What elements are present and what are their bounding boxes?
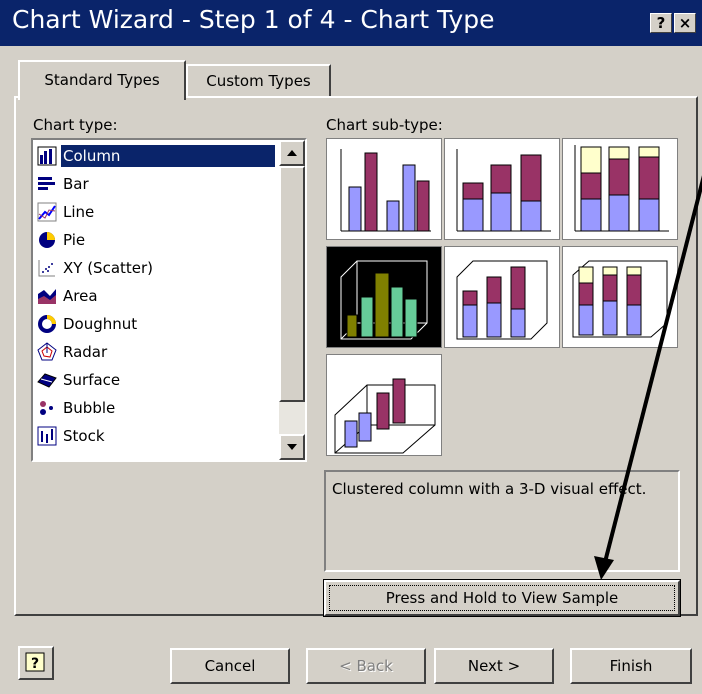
- tab-standard-types[interactable]: Standard Types: [18, 60, 186, 100]
- annotation-arrow: [594, 175, 702, 580]
